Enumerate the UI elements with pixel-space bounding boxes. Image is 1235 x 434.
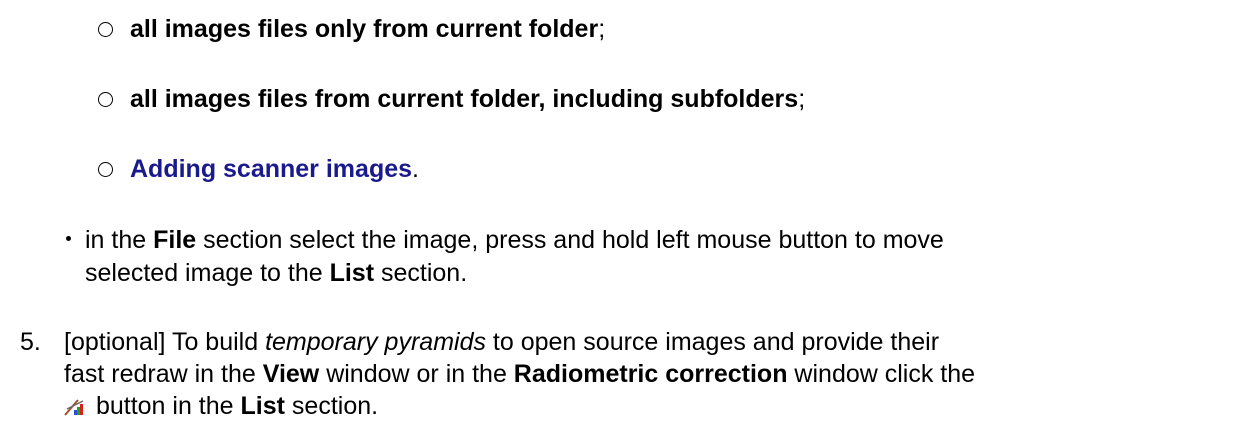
step5-line-3: button in the List section. [64,391,378,421]
text: window or in the [319,360,514,388]
view-term: View [262,360,320,388]
bullet-line-2: selected image to the List section. [85,258,467,288]
temporary-pyramids-term: temporary pyramids [265,328,486,356]
sub-item-1: all images files only from current folde… [130,14,605,44]
circle-bullet [98,162,113,177]
sub-item-3-after: . [412,155,419,183]
sub-item-1-bold: all images files only from current folde… [130,15,599,43]
sub-item-2-bold: all images files from current folder, in… [130,85,799,113]
pyramid-build-icon [64,393,85,416]
radiometric-correction-term: Radiometric correction [513,360,788,388]
text: button in the [89,392,241,420]
step-number: 5. [20,328,41,356]
text: section select the image, press and hold… [196,226,944,254]
sub-item-2-after: ; [798,85,806,113]
step5-line-2: fast redraw in the View window or in the… [64,359,975,389]
dot-bullet [66,236,71,241]
circle-bullet [98,92,113,107]
text: in the [85,226,154,254]
bullet-line-1: in the File section select the image, pr… [85,225,944,255]
sub-item-2: all images files from current folder, in… [130,84,805,114]
sub-item-3: Adding scanner images. [130,154,419,184]
step5-line-1: [optional] To build temporary pyramids t… [64,327,939,357]
list-term: List [240,392,285,420]
adding-scanner-images-link[interactable]: Adding scanner images [130,155,412,183]
sub-item-1-after: ; [598,15,606,43]
circle-bullet [98,22,113,37]
text: fast redraw in the [64,360,263,388]
text: section. [284,392,379,420]
list-term: List [329,259,375,287]
file-term: File [153,226,197,254]
text: window click the [787,360,976,388]
text: to open source images and provide their [485,328,940,356]
text: [optional] To build [64,328,266,356]
text: section. [374,259,468,287]
text: selected image to the [85,259,330,287]
